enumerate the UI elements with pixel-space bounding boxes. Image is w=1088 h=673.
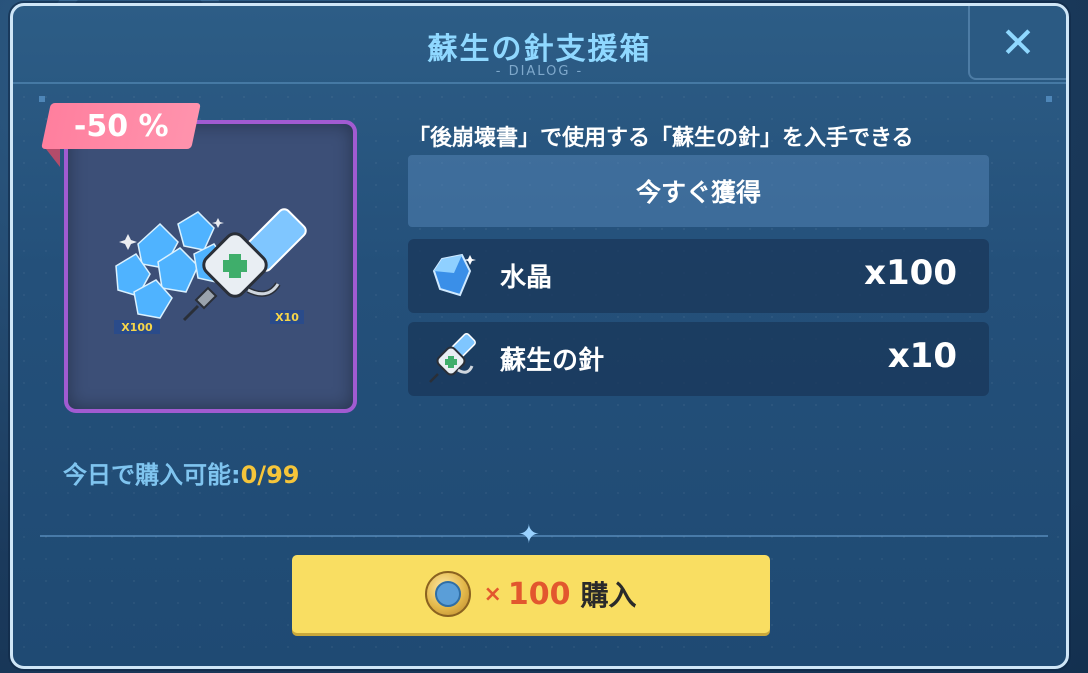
purchase-limit-value: 0/99 — [240, 461, 300, 489]
corner-dot — [1046, 96, 1052, 102]
discount-badge: -50 % — [41, 103, 201, 149]
reward-qty: x10 — [887, 336, 957, 376]
purchase-limit: 今日で購入可能:0/99 — [63, 455, 299, 490]
item-description: 「後崩壊書」で使用する「蘇生の針」を入手できる — [408, 126, 914, 151]
divider-star-icon: ✦ — [518, 520, 540, 550]
reward-row: 水晶 x100 — [408, 239, 989, 313]
dialog-title: 蘇生の針支援箱 — [427, 32, 652, 67]
get-now-label: 今すぐ獲得 — [635, 178, 761, 207]
reward-qty: x100 — [864, 253, 957, 293]
buy-label: 購入 — [580, 579, 637, 612]
reward-name: 蘇生の針 — [500, 346, 605, 376]
close-button[interactable]: ✕ — [968, 6, 1066, 80]
header-divider — [13, 82, 1066, 84]
purchase-limit-label: 今日で購入可能: — [63, 461, 241, 489]
badge-x10: X10 — [275, 311, 299, 324]
price-multiplier: × — [483, 581, 502, 607]
coin-icon — [425, 571, 472, 617]
reward-row: 蘇生の針 x10 — [408, 322, 989, 396]
price-value: 100 — [507, 576, 571, 612]
crystal-icon — [432, 253, 476, 297]
footer-divider — [40, 535, 1048, 537]
dialog-subtitle: - DIALOG - — [495, 64, 584, 79]
badge-x100: X100 — [121, 321, 153, 334]
get-now-header: 今すぐ獲得 — [408, 155, 989, 227]
corner-dot — [39, 96, 45, 102]
buy-button[interactable]: × 100 購入 — [292, 555, 770, 633]
game-scene: 蘇生の針支援箱 - DIALOG - ✕ X100 X10 -50 % 今日で購… — [0, 0, 1088, 673]
revive-needle-bundle-icon: X100 X10 — [114, 208, 307, 334]
item-preview-card: X100 X10 — [64, 120, 357, 413]
discount-text: -50 % — [73, 108, 169, 144]
reward-name: 水晶 — [500, 263, 553, 293]
revive-needle-icon — [429, 333, 476, 383]
close-icon: ✕ — [1000, 17, 1036, 67]
discount-ribbon-tail — [46, 149, 60, 167]
